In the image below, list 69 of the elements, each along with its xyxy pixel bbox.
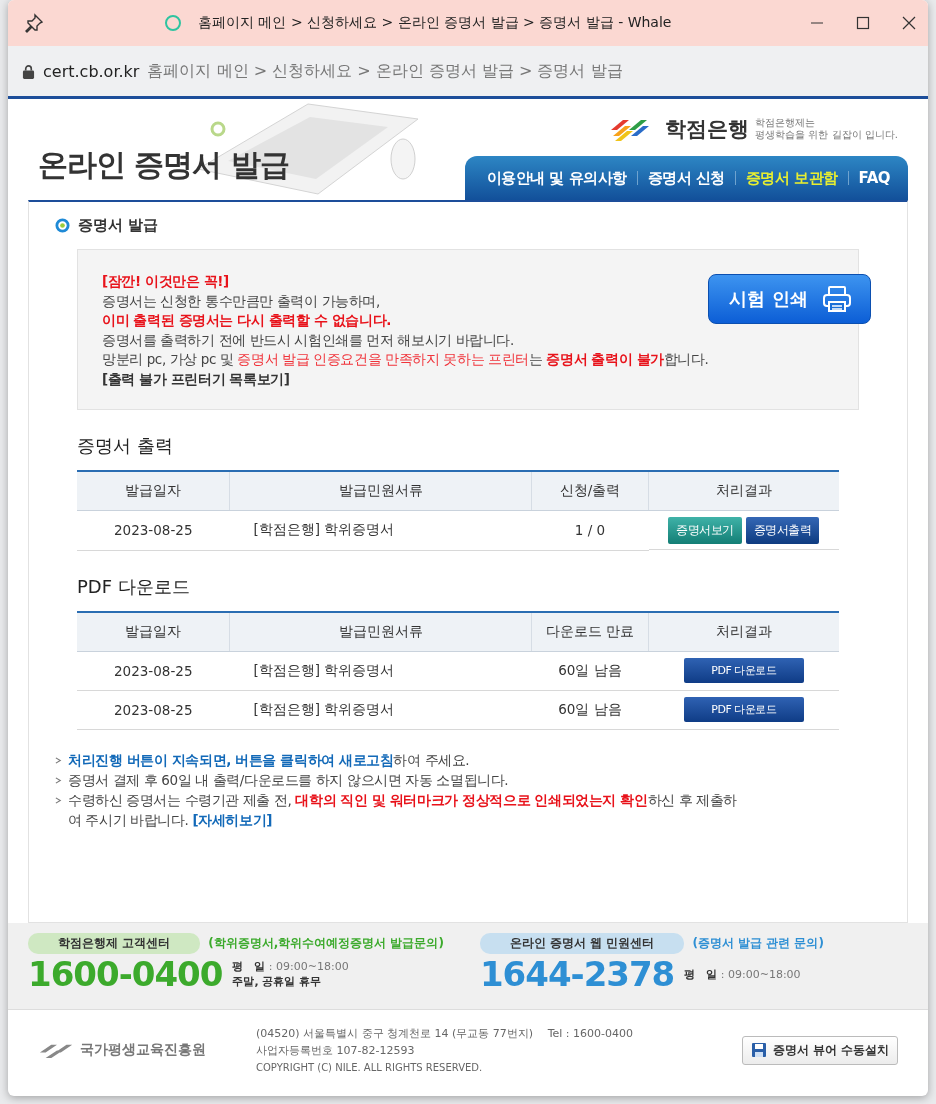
nav-tab[interactable]: 이용안내 및 유의사항 (486, 168, 627, 188)
table-title: 증명서 출력 (77, 434, 174, 458)
phone-number: 1644-2378 (479, 954, 675, 994)
column-header: 발급일자 (77, 471, 230, 511)
notice-text: 증명서는 신청한 통수만큼만 출력이 가능하며, (102, 291, 381, 311)
nav-tab[interactable]: 증명서 보관함 (745, 168, 838, 188)
table-cell: [학점은행] 학위증명서 (229, 690, 532, 730)
center-label: 온라인 증명서 웹 민원센터 (479, 933, 685, 954)
column-header: 처리결과 (648, 471, 839, 511)
printer-icon (821, 285, 852, 313)
viewer-install-button[interactable]: 증명서 뷰어 수동설치 (741, 1035, 898, 1065)
center-label: 학점은행제 고객센터 (28, 933, 201, 954)
arrow-bullet-icon (55, 777, 62, 784)
maximize-icon[interactable] (856, 16, 870, 30)
arrow-bullet-icon (55, 797, 62, 804)
hours-text: 평 일 : 09:00~18:00 (684, 966, 801, 982)
hours-text: 주말, 공휴일 휴무 (232, 974, 323, 989)
notice-text: 망분리 pc, 가상 pc 및 증명서 발급 인증요건을 만족하지 못하는 프린터 는 증명서 출력이 불가합니다. (102, 350, 709, 369)
table-cell: 2023-08-25 (77, 690, 230, 730)
column-header: 처리결과 (648, 611, 839, 651)
view-certificate-button[interactable]: 증명서보기 (668, 516, 742, 544)
column-header: 발급민원서류 (229, 471, 532, 511)
table-cell: [학점은행] 학위증명서 (229, 510, 532, 550)
logo-text: 학점은행 (665, 116, 750, 143)
column-header: 발급민원서류 (229, 611, 532, 651)
table-cell: 2023-08-25 (77, 510, 230, 550)
slogan-text: 학점은행제는 (755, 116, 817, 129)
notice-text: 이미 출력된 증명서는 다시 출력할 수 없습니다. (102, 311, 392, 330)
test-print-button[interactable]: 시험 인쇄 (708, 274, 871, 324)
org-name: 국가평생교육진흥원 (80, 1041, 206, 1059)
inquiry-topic: (학위증명서,학위수여예정증명서 발급문의) (208, 935, 444, 952)
pdf-download-button[interactable]: PDF 다운로드 (683, 697, 804, 722)
address-text: (04520) 서울특별시 중구 청계천로 14 (무교동 77번지) Tel : 1600-0400 (256, 1025, 634, 1042)
inquiry-topic: (증명서 발급 관련 문의) (692, 935, 824, 952)
table-cell: 2023-08-25 (77, 651, 230, 691)
hours-text: 평 일 : 09:00~18:00 (232, 959, 349, 974)
bullet-circle-icon (55, 218, 70, 233)
column-header: 신청/출력 (531, 471, 649, 511)
table-cell: [학점은행] 학위증명서 (229, 651, 532, 691)
table-cell: 60일 남음 (531, 651, 649, 691)
nav-tab[interactable]: FAQ (858, 169, 890, 187)
business-number: 사업자등록번호 107-82-12593 (256, 1042, 416, 1059)
slogan-text: 평생학습을 위한 길잡이 입니다. (755, 129, 898, 142)
page-title: 온라인 증명서 발급 (38, 146, 289, 184)
notice-text: 증명서를 출력하기 전에 반드시 시험인쇄를 먼저 해보시기 바랍니다. (102, 330, 515, 350)
url-domain[interactable]: cert.cb.or.kr (43, 61, 140, 81)
pdf-download-button[interactable]: PDF 다운로드 (683, 658, 804, 683)
column-header: 발급일자 (77, 611, 230, 651)
note-text: 증명서 결제 후 60일 내 출력/다운로드를 하지 않으시면 자동 소멸됩니다. (68, 771, 510, 790)
table-cell: 1 / 0 (531, 510, 649, 550)
phone-number: 1600-0400 (28, 954, 223, 994)
arrow-bullet-icon (55, 757, 62, 764)
window-title: 홈페이지 메인 > 신청하세요 > 온라인 증명서 발급 > 증명서 발급 - Whale (198, 14, 673, 32)
section-title: 증명서 발급 (78, 216, 159, 235)
loading-ring-icon (164, 14, 182, 32)
close-icon[interactable] (902, 16, 916, 30)
notice-text: [잠깐! 이것만은 꼭!] (102, 272, 230, 291)
lock-icon (22, 63, 35, 79)
pin-icon[interactable] (24, 13, 44, 33)
printer-list-link[interactable]: [출력 불가 프린터기 목록보기] (102, 369, 709, 389)
column-header: 다운로드 만료 (531, 611, 649, 651)
note-text: 처리진행 버튼이 지속되면, 버튼을 클릭하여 새로고침하여 주세요. (68, 751, 471, 770)
nav-tab[interactable]: 증명서 신청 (647, 168, 725, 188)
copyright-text: COPYRIGHT (C) NILE. ALL RIGHTS RESERVED. (256, 1060, 484, 1075)
note-text: 수령하신 증명서는 수령기관 제출 전, 대학의 직인 및 워터마크가 정상적으로 인쇄되었는지 확인하신 후 제출하여 주시기 바랍니다. [자세히보기] (68, 791, 738, 830)
url-path[interactable]: 홈페이지 메인 > 신청하세요 > 온라인 증명서 발급 > 증명서 발급 (147, 60, 623, 82)
table-title: PDF 다운로드 (77, 574, 191, 599)
print-certificate-button[interactable]: 증명서출력 (745, 516, 820, 544)
table-cell: 60일 남음 (531, 690, 649, 730)
